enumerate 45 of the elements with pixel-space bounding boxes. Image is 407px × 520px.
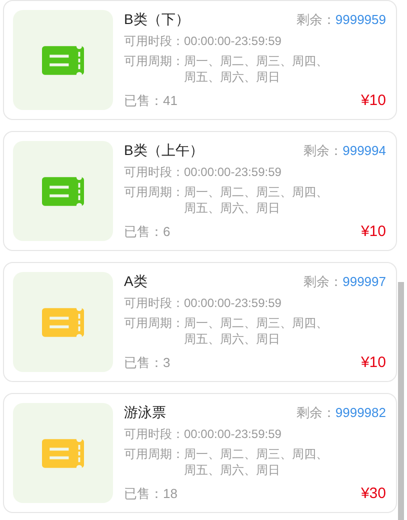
remaining-count: 9999959 bbox=[335, 12, 386, 27]
time-range: 00:00:00-23:59:59 bbox=[184, 33, 282, 49]
remaining-label: 剩余： bbox=[304, 143, 343, 158]
price: ¥10 bbox=[360, 354, 386, 371]
remaining-count: 999994 bbox=[342, 143, 386, 158]
remaining-label: 剩余： bbox=[296, 12, 336, 27]
ticket-card[interactable]: 游泳票 剩余：9999982 可用时段：00:00:00-23:59:59 可用周期：周一、周二、周三、周四、周五、周六、周日 已售：18 ¥30 bbox=[3, 393, 397, 513]
price: ¥10 bbox=[360, 223, 386, 240]
ticket-name: B类（下） bbox=[124, 11, 190, 29]
sold-label: 已售： bbox=[124, 486, 163, 501]
ticket-card[interactable]: B类（下） 剩余：9999959 可用时段：00:00:00-23:59:59 可用周期：周一、周二、周三、周四、周五、周六、周日 已售：41 ¥10 bbox=[3, 0, 397, 120]
sold-count: 3 bbox=[163, 355, 170, 370]
time-label: 可用时段： bbox=[124, 33, 184, 49]
period-label: 可用周期： bbox=[124, 315, 184, 332]
sold-count: 18 bbox=[163, 486, 178, 501]
scrollbar[interactable] bbox=[398, 282, 404, 520]
sold-count: 6 bbox=[163, 224, 170, 239]
remaining-count: 9999982 bbox=[335, 405, 386, 420]
period-label: 可用周期： bbox=[124, 184, 184, 201]
sold-label: 已售： bbox=[124, 355, 163, 370]
ticket-card[interactable]: A类 剩余：999997 可用时段：00:00:00-23:59:59 可用周期：周一、周二、周三、周四、周五、周六、周日 已售：3 ¥10 bbox=[3, 262, 397, 382]
ticket-name: A类 bbox=[124, 273, 148, 291]
period-days: 周一、周二、周三、周四、周五、周六、周日 bbox=[184, 53, 333, 85]
period-label: 可用周期： bbox=[124, 53, 184, 70]
remaining-count: 999997 bbox=[342, 274, 386, 289]
sold-label: 已售： bbox=[124, 224, 163, 239]
price: ¥10 bbox=[360, 92, 386, 109]
period-days: 周一、周二、周三、周四、周五、周六、周日 bbox=[184, 184, 333, 216]
sold-count: 41 bbox=[163, 93, 178, 108]
price: ¥30 bbox=[360, 485, 386, 502]
time-label: 可用时段： bbox=[124, 295, 184, 311]
time-label: 可用时段： bbox=[124, 426, 184, 442]
time-range: 00:00:00-23:59:59 bbox=[184, 295, 282, 311]
period-label: 可用周期： bbox=[124, 446, 184, 463]
ticket-name: 游泳票 bbox=[124, 404, 166, 422]
time-range: 00:00:00-23:59:59 bbox=[184, 164, 282, 180]
period-days: 周一、周二、周三、周四、周五、周六、周日 bbox=[184, 315, 333, 347]
ticket-name: B类（上午） bbox=[124, 142, 204, 160]
time-range: 00:00:00-23:59:59 bbox=[184, 426, 282, 442]
sold-label: 已售： bbox=[124, 93, 163, 108]
remaining-label: 剩余： bbox=[304, 274, 343, 289]
remaining-label: 剩余： bbox=[296, 405, 336, 420]
ticket-card[interactable]: B类（上午） 剩余：999994 可用时段：00:00:00-23:59:59 可用周期：周一、周二、周三、周四、周五、周六、周日 已售：6 ¥10 bbox=[3, 131, 397, 251]
period-days: 周一、周二、周三、周四、周五、周六、周日 bbox=[184, 446, 333, 478]
time-label: 可用时段： bbox=[124, 164, 184, 180]
